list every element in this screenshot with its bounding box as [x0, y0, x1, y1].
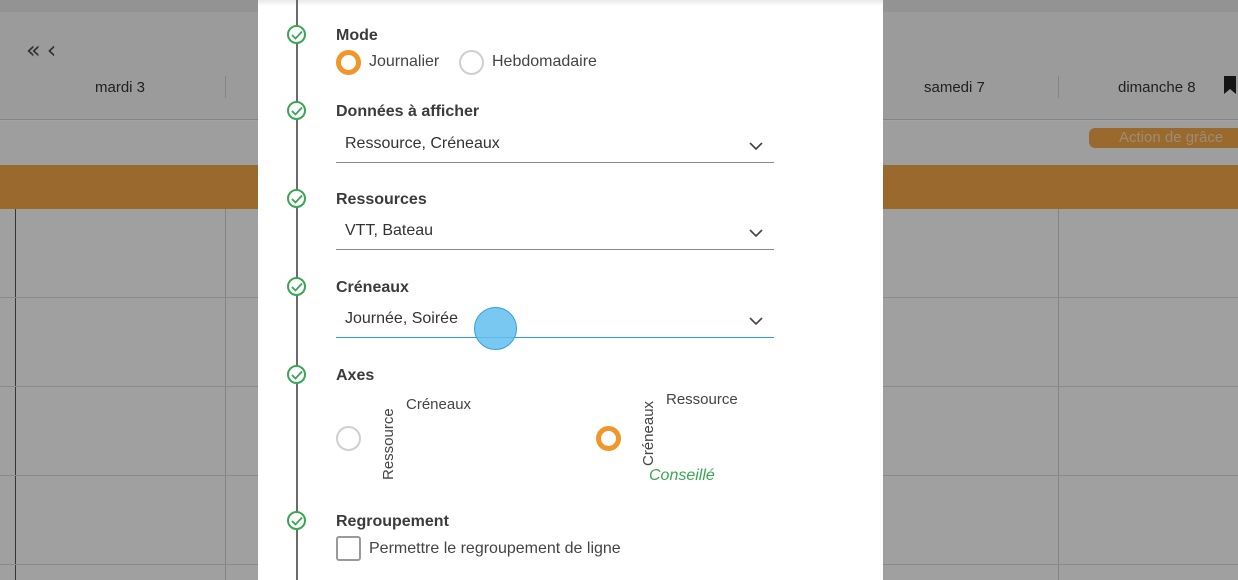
axes-title: Axes	[336, 367, 375, 384]
check-icon	[287, 189, 306, 208]
data-display-title: Données à afficher	[336, 103, 480, 120]
axes-option-b-vertical: Créneaux	[640, 400, 657, 466]
mode-daily-label[interactable]: Journalier	[369, 53, 439, 71]
check-icon	[287, 277, 306, 296]
check-icon	[287, 511, 306, 530]
slots-select[interactable]: Journée, Soirée	[336, 304, 774, 338]
axes-option-a-radio[interactable]	[336, 426, 361, 451]
grouping-title: Regroupement	[336, 513, 449, 530]
check-icon	[287, 25, 306, 44]
chevron-down-icon	[749, 229, 763, 238]
resources-select[interactable]: VTT, Bateau	[336, 216, 774, 250]
slots-title: Créneaux	[336, 279, 409, 296]
display-settings-modal: Mode Journalier Hebdomadaire Données à a…	[258, 0, 883, 580]
slots-value: Journée, Soirée	[345, 310, 458, 327]
data-display-select[interactable]: Ressource, Créneaux	[336, 129, 774, 163]
resources-title: Ressources	[336, 191, 427, 208]
touch-indicator	[474, 307, 517, 350]
axes-option-b-radio[interactable]	[596, 426, 621, 451]
resources-value: VTT, Bateau	[345, 222, 434, 239]
axes-option-a-vertical: Ressource	[380, 408, 397, 480]
mode-weekly-radio[interactable]	[459, 50, 484, 75]
axes-option-b-horizontal: Ressource	[666, 391, 738, 408]
grouping-checkbox[interactable]	[336, 536, 361, 561]
chevron-down-icon	[749, 317, 763, 326]
grouping-checkbox-label[interactable]: Permettre le regroupement de ligne	[369, 540, 621, 558]
chevron-down-icon	[749, 142, 763, 151]
mode-weekly-label[interactable]: Hebdomadaire	[492, 53, 597, 71]
axes-option-a-horizontal: Créneaux	[406, 396, 472, 413]
recommended-label: Conseillé	[649, 467, 715, 484]
modal-top-edge	[258, 0, 883, 6]
check-icon	[287, 101, 306, 120]
mode-title: Mode	[336, 27, 378, 44]
check-icon	[287, 365, 306, 384]
data-display-value: Ressource, Créneaux	[345, 135, 500, 152]
mode-daily-radio[interactable]	[336, 50, 361, 75]
